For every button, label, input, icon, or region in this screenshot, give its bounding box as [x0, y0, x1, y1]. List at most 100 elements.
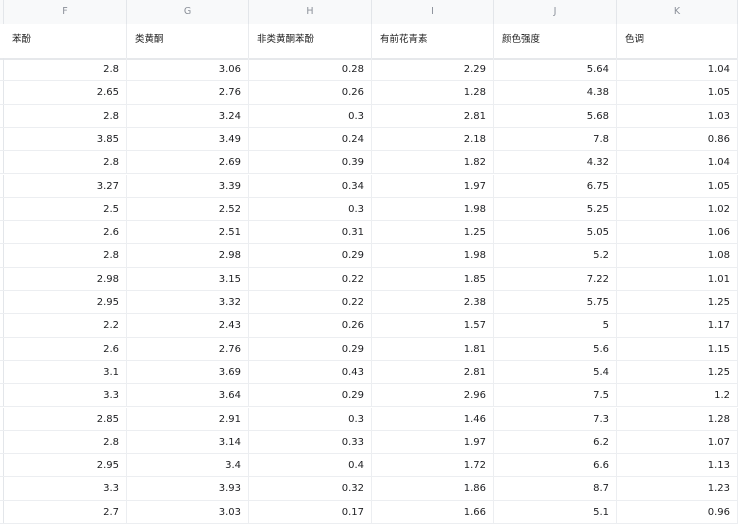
cell[interactable]: 2.18: [372, 127, 494, 151]
cell[interactable]: 2.51: [127, 221, 249, 244]
cell[interactable]: 2.8: [4, 430, 127, 454]
cell[interactable]: 2.6: [4, 221, 127, 244]
cell[interactable]: 0.34: [249, 174, 372, 197]
cell[interactable]: 5.6: [494, 337, 617, 360]
cell[interactable]: 1.66: [372, 500, 494, 523]
cell[interactable]: 1.86: [372, 477, 494, 500]
cell[interactable]: 2.98: [127, 244, 249, 267]
column-header-f[interactable]: 苯酚: [4, 24, 127, 58]
column-letter-j[interactable]: J: [494, 0, 617, 24]
cell[interactable]: 3.39: [127, 174, 249, 197]
column-header-j[interactable]: 颜色强度: [494, 24, 617, 58]
cell[interactable]: 2.8: [4, 58, 127, 81]
cell[interactable]: 2.76: [127, 337, 249, 360]
column-letter-h[interactable]: H: [249, 0, 372, 24]
cell[interactable]: 5.2: [494, 244, 617, 267]
cell[interactable]: 1.01: [617, 267, 738, 290]
cell[interactable]: 2.91: [127, 407, 249, 430]
cell[interactable]: 2.81: [372, 104, 494, 127]
cell[interactable]: 1.08: [617, 244, 738, 267]
cell[interactable]: 2.65: [4, 81, 127, 104]
cell[interactable]: 2.2: [4, 314, 127, 337]
cell[interactable]: 4.38: [494, 81, 617, 104]
cell[interactable]: 2.8: [4, 151, 127, 174]
cell[interactable]: 1.25: [372, 221, 494, 244]
cell[interactable]: 1.17: [617, 314, 738, 337]
cell[interactable]: 0.26: [249, 81, 372, 104]
cell[interactable]: 1.81: [372, 337, 494, 360]
cell[interactable]: 1.07: [617, 430, 738, 454]
cell[interactable]: 1.05: [617, 81, 738, 104]
column-letter-k[interactable]: K: [617, 0, 738, 24]
cell[interactable]: 0.29: [249, 244, 372, 267]
cell[interactable]: 3.03: [127, 500, 249, 523]
cell[interactable]: 3.3: [4, 384, 127, 407]
cell[interactable]: 0.4: [249, 454, 372, 477]
cell[interactable]: 3.14: [127, 430, 249, 454]
cell[interactable]: 0.24: [249, 127, 372, 151]
cell[interactable]: 6.6: [494, 454, 617, 477]
cell[interactable]: 3.93: [127, 477, 249, 500]
cell[interactable]: 0.3: [249, 104, 372, 127]
cell[interactable]: 2.98: [4, 267, 127, 290]
cell[interactable]: 1.15: [617, 337, 738, 360]
cell[interactable]: 1.25: [617, 291, 738, 314]
cell[interactable]: 3.24: [127, 104, 249, 127]
cell[interactable]: 5: [494, 314, 617, 337]
cell[interactable]: 2.69: [127, 151, 249, 174]
cell[interactable]: 0.3: [249, 407, 372, 430]
cell[interactable]: 2.7: [4, 500, 127, 523]
cell[interactable]: 3.64: [127, 384, 249, 407]
cell[interactable]: 0.3: [249, 197, 372, 221]
cell[interactable]: 2.29: [372, 58, 494, 81]
cell[interactable]: 6.75: [494, 174, 617, 197]
cell[interactable]: 1.28: [372, 81, 494, 104]
cell[interactable]: 4.32: [494, 151, 617, 174]
cell[interactable]: 0.32: [249, 477, 372, 500]
cell[interactable]: 1.98: [372, 244, 494, 267]
cell[interactable]: 2.8: [4, 104, 127, 127]
cell[interactable]: 1.02: [617, 197, 738, 221]
cell[interactable]: 5.68: [494, 104, 617, 127]
cell[interactable]: 0.39: [249, 151, 372, 174]
column-letter-f[interactable]: F: [4, 0, 127, 24]
cell[interactable]: 3.06: [127, 58, 249, 81]
column-header-i[interactable]: 有前花青素: [372, 24, 494, 58]
cell[interactable]: 0.31: [249, 221, 372, 244]
cell[interactable]: 5.1: [494, 500, 617, 523]
cell[interactable]: 7.5: [494, 384, 617, 407]
cell[interactable]: 0.43: [249, 360, 372, 384]
cell[interactable]: 2.96: [372, 384, 494, 407]
cell[interactable]: 0.26: [249, 314, 372, 337]
cell[interactable]: 1.82: [372, 151, 494, 174]
cell[interactable]: 1.85: [372, 267, 494, 290]
cell[interactable]: 2.95: [4, 291, 127, 314]
cell[interactable]: 2.85: [4, 407, 127, 430]
cell[interactable]: 8.7: [494, 477, 617, 500]
cell[interactable]: 7.3: [494, 407, 617, 430]
cell[interactable]: 0.29: [249, 337, 372, 360]
cell[interactable]: 0.96: [617, 500, 738, 523]
cell[interactable]: 7.8: [494, 127, 617, 151]
cell[interactable]: 0.28: [249, 58, 372, 81]
cell[interactable]: 5.05: [494, 221, 617, 244]
cell[interactable]: 5.75: [494, 291, 617, 314]
cell[interactable]: 1.97: [372, 174, 494, 197]
cell[interactable]: 0.86: [617, 127, 738, 151]
cell[interactable]: 0.22: [249, 291, 372, 314]
cell[interactable]: 1.04: [617, 151, 738, 174]
cell[interactable]: 5.25: [494, 197, 617, 221]
cell[interactable]: 2.5: [4, 197, 127, 221]
cell[interactable]: 1.72: [372, 454, 494, 477]
cell[interactable]: 1.57: [372, 314, 494, 337]
cell[interactable]: 1.03: [617, 104, 738, 127]
cell[interactable]: 2.8: [4, 244, 127, 267]
cell[interactable]: 1.98: [372, 197, 494, 221]
cell[interactable]: 2.52: [127, 197, 249, 221]
cell[interactable]: 2.38: [372, 291, 494, 314]
cell[interactable]: 1.28: [617, 407, 738, 430]
cell[interactable]: 2.81: [372, 360, 494, 384]
cell[interactable]: 1.06: [617, 221, 738, 244]
cell[interactable]: 1.25: [617, 360, 738, 384]
cell[interactable]: 3.15: [127, 267, 249, 290]
